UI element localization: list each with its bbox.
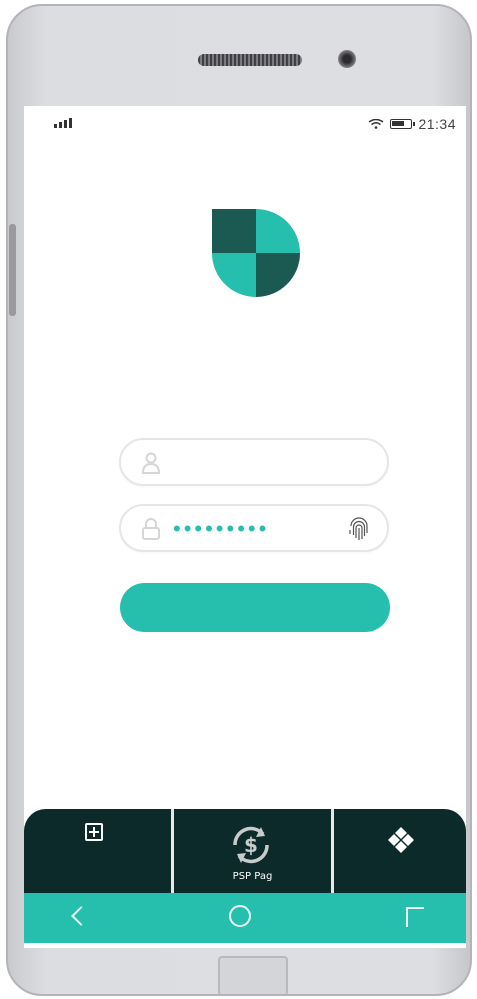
tab-label: PSP Pag — [232, 871, 273, 882]
add-box-icon — [85, 823, 103, 841]
hardware-home-button[interactable] — [218, 956, 288, 994]
volume-button — [9, 224, 16, 316]
bottom-tab-bar: $ PSP Pag — [24, 809, 466, 893]
login-button[interactable] — [120, 583, 390, 632]
wifi-icon — [369, 119, 384, 129]
phone-frame: 21:34 ••••••••• $ PSP Pag — [6, 4, 472, 996]
tab-pix[interactable] — [331, 809, 466, 893]
username-field[interactable] — [119, 438, 389, 486]
cash-cycle-icon: $ — [233, 826, 269, 864]
battery-icon — [390, 119, 416, 129]
lock-icon — [142, 518, 160, 540]
tab-add[interactable] — [24, 809, 171, 893]
front-camera — [338, 50, 356, 68]
password-value: ••••••••• — [173, 516, 270, 541]
status-time: 21:34 — [418, 116, 456, 132]
home-icon[interactable] — [229, 905, 251, 927]
back-icon[interactable] — [71, 906, 91, 926]
svg-text:$: $ — [244, 833, 258, 857]
user-icon — [141, 452, 161, 474]
tab-psp-pag[interactable]: $ PSP Pag — [171, 809, 331, 893]
password-field[interactable]: ••••••••• — [119, 504, 389, 552]
recents-icon[interactable] — [406, 907, 424, 927]
app-logo — [212, 209, 300, 297]
earpiece-speaker — [198, 54, 302, 66]
fingerprint-icon[interactable] — [347, 516, 371, 542]
signal-bars-icon — [54, 118, 72, 128]
screen: 21:34 ••••••••• $ PSP Pag — [24, 106, 466, 948]
system-navigation-bar — [24, 893, 466, 943]
status-bar: 21:34 — [24, 114, 466, 134]
diamond-pattern-icon — [388, 827, 414, 853]
